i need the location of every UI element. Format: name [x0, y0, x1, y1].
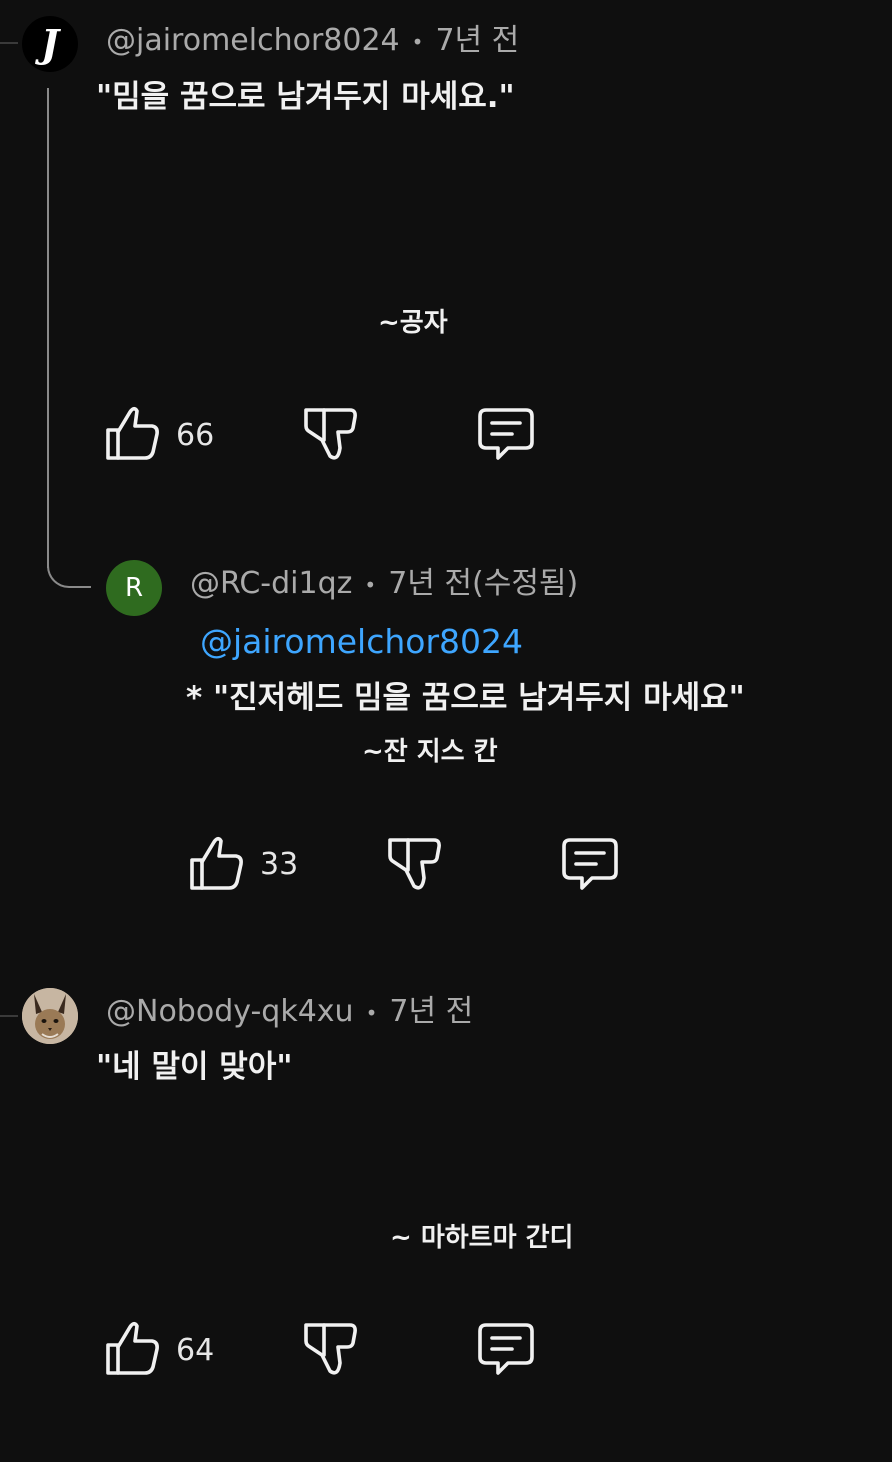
comment-text-attribution: ~ 마하트마 간디 — [390, 1223, 574, 1253]
thumbs-up-icon[interactable] — [102, 1317, 162, 1377]
comment-header: @jairomelchor8024 • 7년 전 — [106, 26, 519, 56]
separator-dot: • — [365, 1000, 378, 1025]
like-count: 66 — [176, 418, 215, 453]
thread-tick — [0, 1015, 18, 1017]
reply-thread-line — [47, 88, 49, 568]
comment-header: @Nobody-qk4xu • 7년 전 — [106, 997, 473, 1027]
author-name[interactable]: @Nobody-qk4xu — [106, 994, 354, 1029]
thumbs-up-icon[interactable] — [186, 832, 246, 892]
timestamp[interactable]: 7년 전 — [389, 994, 473, 1029]
avatar[interactable] — [22, 988, 78, 1044]
comment-reply-icon[interactable] — [560, 834, 620, 894]
comment-text-attribution: ~공자 — [378, 308, 448, 338]
like-count: 64 — [176, 1333, 215, 1368]
comment-text: "밈을 꿈으로 남겨두지 마세요." — [96, 79, 515, 115]
comment-reply-icon[interactable] — [476, 1319, 536, 1379]
comment-header: @RC-di1qz • 7년 전(수정됨) — [190, 569, 578, 599]
caracal-cat-icon — [22, 988, 78, 1044]
thumbs-up-icon[interactable] — [102, 402, 162, 462]
avatar[interactable]: J — [22, 16, 78, 72]
separator-dot: • — [364, 572, 377, 597]
thumbs-down-icon[interactable] — [384, 834, 444, 894]
separator-dot: • — [411, 29, 424, 54]
author-name[interactable]: @RC-di1qz — [190, 566, 352, 601]
thumbs-down-icon[interactable] — [300, 404, 360, 464]
comment-text: "네 말이 맞아" — [96, 1049, 293, 1085]
comment-reply-icon[interactable] — [476, 404, 536, 464]
mention-link[interactable]: @jairomelchor8024 — [200, 625, 523, 658]
avatar[interactable]: R — [106, 560, 162, 616]
author-name[interactable]: @jairomelchor8024 — [106, 23, 400, 58]
like-count: 33 — [260, 847, 299, 882]
thread-tick — [0, 42, 18, 44]
timestamp[interactable]: 7년 전 — [435, 23, 519, 58]
thumbs-down-icon[interactable] — [300, 1319, 360, 1379]
comment-text-attribution: ~잔 지스 칸 — [362, 737, 498, 767]
reply-thread-curve — [47, 548, 91, 588]
timestamp[interactable]: 7년 전(수정됨) — [388, 566, 578, 601]
comment-text: * "진저헤드 밈을 꿈으로 남겨두지 마세요" — [186, 680, 745, 716]
